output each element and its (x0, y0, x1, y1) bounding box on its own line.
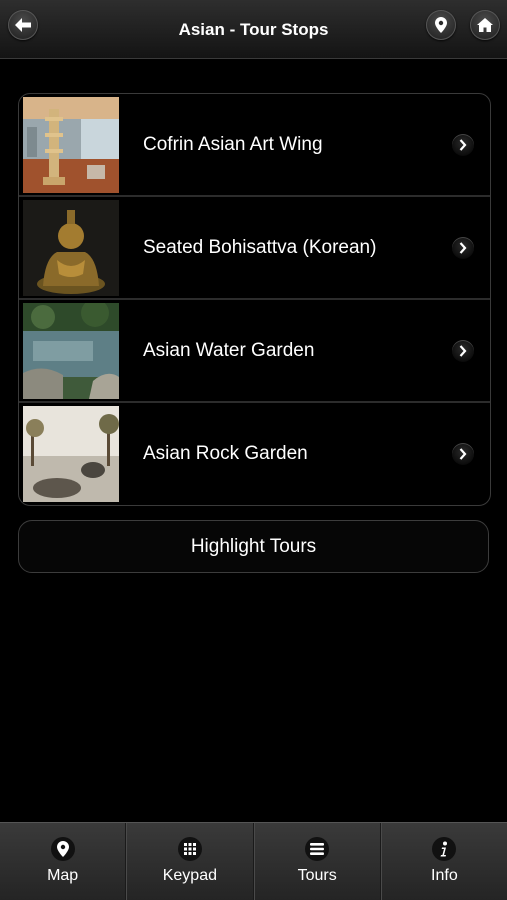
chevron-right-icon (452, 237, 474, 259)
arrow-left-icon (15, 18, 31, 32)
highlight-tours-button[interactable]: Highlight Tours (18, 520, 489, 573)
bottom-tab-bar: Map Keypad Tours Info (0, 822, 507, 900)
navigation-header: Asian - Tour Stops (0, 0, 507, 59)
tab-map[interactable]: Map (0, 823, 127, 900)
app-screen: Asian - Tour Stops Cofrin Asian Art Wing… (0, 0, 507, 900)
location-button[interactable] (426, 10, 456, 40)
tab-label: Map (47, 867, 79, 884)
info-icon (432, 837, 457, 861)
keypad-grid-icon (177, 837, 202, 861)
list-item-label: Seated Bohisattva (Korean) (143, 236, 377, 258)
rock-garden-thumbnail (23, 406, 119, 502)
tab-label: Info (431, 867, 458, 884)
list-item[interactable]: Cofrin Asian Art Wing (19, 94, 490, 197)
chevron-right-icon (452, 340, 474, 362)
list-item[interactable]: Asian Rock Garden (19, 403, 490, 504)
home-icon (477, 18, 493, 32)
list-item[interactable]: Asian Water Garden (19, 300, 490, 403)
tab-tours[interactable]: Tours (253, 823, 381, 900)
bodhisattva-statue-thumbnail (23, 200, 119, 296)
tab-label: Keypad (162, 867, 217, 884)
list-item-label: Asian Rock Garden (143, 442, 308, 464)
list-item-label: Asian Water Garden (143, 339, 315, 361)
list-icon (305, 837, 330, 861)
tab-keypad[interactable]: Keypad (126, 823, 254, 900)
list-item-label: Cofrin Asian Art Wing (143, 133, 323, 155)
chevron-right-icon (452, 134, 474, 156)
gallery-interior-thumbnail (23, 97, 119, 193)
back-button[interactable] (8, 10, 38, 40)
tour-stops-list: Cofrin Asian Art Wing Seated Bohisattva … (18, 93, 491, 506)
tab-info[interactable]: Info (380, 823, 507, 900)
chevron-right-icon (452, 443, 474, 465)
map-pin-icon (50, 837, 75, 861)
home-button[interactable] (470, 10, 500, 40)
map-pin-icon (435, 17, 447, 33)
list-item[interactable]: Seated Bohisattva (Korean) (19, 197, 490, 300)
water-garden-thumbnail (23, 303, 119, 399)
tab-label: Tours (297, 867, 337, 884)
